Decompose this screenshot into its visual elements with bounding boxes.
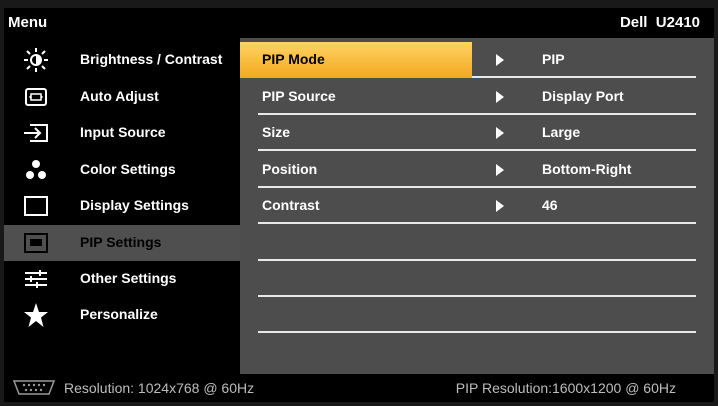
sidebar-item-label: Display Settings — [80, 197, 189, 213]
sidebar-item-input-source[interactable]: Input Source — [4, 115, 240, 151]
option-row-pip-source[interactable]: PIP Source Display Port — [240, 79, 714, 115]
sidebar-item-other-settings[interactable]: Other Settings — [4, 261, 240, 297]
sidebar-item-label: Auto Adjust — [80, 88, 159, 104]
osd-frame: Menu Dell U2410 Brightness / Contrast Au… — [0, 0, 718, 406]
osd-footer: Resolution: 1024x768 @ 60Hz PIP Resoluti… — [4, 374, 714, 402]
option-value: Large — [542, 124, 581, 140]
option-value: Bottom-Right — [542, 161, 632, 177]
menu-title: Menu — [8, 14, 48, 31]
input-resolution: Resolution: 1024x768 @ 60Hz — [64, 380, 255, 396]
auto-adjust-icon — [22, 85, 50, 109]
row-divider — [258, 331, 696, 333]
option-name: Size — [262, 124, 291, 140]
other-settings-icon — [22, 267, 50, 291]
sidebar-item-color-settings[interactable]: Color Settings — [4, 152, 240, 188]
input-source-icon — [22, 121, 50, 145]
option-row-pip-mode[interactable]: PIP Mode PIP — [240, 42, 714, 78]
empty-row — [240, 297, 714, 333]
sidebar-item-personalize[interactable]: Personalize — [4, 297, 240, 333]
row-divider — [472, 76, 696, 78]
arrow-right-icon — [496, 91, 504, 103]
brightness-icon — [22, 48, 50, 72]
arrow-right-icon — [496, 164, 504, 176]
option-value: PIP — [542, 51, 565, 67]
arrow-right-icon — [496, 127, 504, 139]
row-divider — [258, 149, 696, 151]
empty-row — [240, 225, 714, 261]
vga-connector-icon — [12, 379, 56, 396]
sidebar-item-label: Other Settings — [80, 270, 177, 286]
sidebar-item-label: Brightness / Contrast — [80, 51, 223, 67]
monitor-model: Dell U2410 — [619, 14, 700, 31]
empty-row — [240, 261, 714, 297]
sidebar-item-label: Color Settings — [80, 161, 176, 177]
star-icon — [22, 303, 50, 327]
arrow-right-icon — [496, 54, 504, 66]
color-settings-icon — [22, 158, 50, 182]
osd-header: Menu Dell U2410 — [4, 8, 714, 38]
option-name: Contrast — [262, 197, 320, 213]
option-row-contrast[interactable]: Contrast 46 — [240, 188, 714, 224]
sidebar-item-label: Personalize — [80, 306, 158, 322]
option-row-size[interactable]: Size Large — [240, 115, 714, 151]
sidebar-item-pip-settings[interactable]: PIP Settings — [4, 225, 240, 261]
option-value: Display Port — [542, 88, 624, 104]
osd-sidebar: Brightness / Contrast Auto Adjust Input … — [4, 38, 240, 374]
sidebar-item-brightness-contrast[interactable]: Brightness / Contrast — [4, 42, 240, 78]
sidebar-item-label: PIP Settings — [80, 234, 162, 250]
display-settings-icon — [22, 194, 50, 218]
sidebar-item-label: Input Source — [80, 124, 166, 140]
row-divider — [258, 222, 696, 224]
pip-settings-panel: PIP Mode PIP PIP Source Display Port Siz… — [240, 38, 714, 374]
pip-settings-icon — [22, 231, 50, 255]
sidebar-item-display-settings[interactable]: Display Settings — [4, 188, 240, 224]
option-name: PIP Mode — [262, 51, 325, 67]
option-name: PIP Source — [262, 88, 336, 104]
sidebar-item-auto-adjust[interactable]: Auto Adjust — [4, 79, 240, 115]
option-name: Position — [262, 161, 318, 177]
option-value: 46 — [542, 197, 558, 213]
pip-resolution: PIP Resolution:1600x1200 @ 60Hz — [455, 380, 676, 396]
arrow-right-icon — [496, 200, 504, 212]
option-row-position[interactable]: Position Bottom-Right — [240, 152, 714, 188]
